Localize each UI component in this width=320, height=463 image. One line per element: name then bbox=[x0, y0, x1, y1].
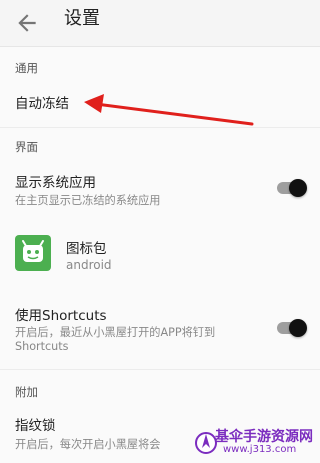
fingerprint-subtitle: 开启后，每次开启小黑屋将会 bbox=[15, 438, 161, 451]
shortcuts-subtitle-line2: Shortcuts bbox=[15, 340, 69, 353]
annotation-arrow-icon bbox=[84, 94, 254, 126]
show-system-apps-toggle[interactable] bbox=[277, 179, 307, 197]
icon-pack-subtitle: android bbox=[66, 258, 112, 272]
show-system-apps-title: 显示系统应用 bbox=[15, 175, 96, 191]
page-title: 设置 bbox=[64, 8, 100, 29]
app-bar: 设置 bbox=[0, 0, 320, 47]
watermark: 基伞手游资源网 www.j313.com bbox=[195, 422, 320, 463]
fingerprint-title: 指纹锁 bbox=[15, 418, 56, 434]
show-system-apps-subtitle: 在主页显示已冻结的系统应用 bbox=[15, 194, 161, 207]
section-header-general: 通用 bbox=[15, 61, 38, 75]
shortcuts-title: 使用Shortcuts bbox=[15, 308, 107, 324]
section-header-extra: 附加 bbox=[15, 385, 38, 399]
back-arrow-icon[interactable] bbox=[14, 10, 40, 36]
watermark-logo-icon bbox=[195, 432, 217, 454]
shortcuts-subtitle-line1: 开启后，最近从小黑屋打开的APP将钉到 bbox=[15, 326, 216, 339]
auto-freeze-title: 自动冻结 bbox=[15, 96, 69, 112]
android-robot-icon bbox=[15, 235, 51, 271]
watermark-url: www.j313.com bbox=[223, 444, 297, 455]
icon-pack-title: 图标包 bbox=[66, 241, 107, 257]
shortcuts-toggle[interactable] bbox=[277, 319, 307, 337]
section-header-interface: 界面 bbox=[15, 140, 38, 154]
section-divider bbox=[0, 127, 320, 128]
section-divider bbox=[0, 369, 320, 370]
watermark-name: 基伞手游资源网 bbox=[215, 429, 313, 445]
